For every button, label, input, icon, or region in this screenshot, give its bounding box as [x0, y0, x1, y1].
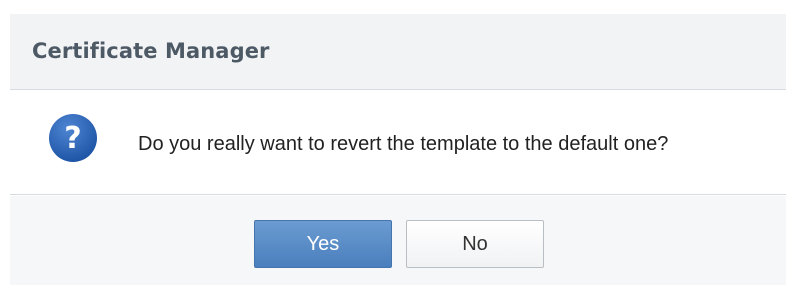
no-button[interactable]: No [406, 220, 544, 268]
dialog-button-row: Yes No [10, 196, 786, 285]
question-icon: ? [47, 112, 99, 164]
dialog-title: Certificate Manager [32, 39, 270, 63]
question-icon-graphic: ? [49, 114, 97, 162]
svg-text:?: ? [64, 121, 81, 156]
confirm-dialog: Certificate Manager ? Do you really want… [0, 0, 786, 285]
dialog-message-row: ? Do you really want to revert the templ… [10, 91, 786, 195]
dialog-message: Do you really want to revert the templat… [138, 133, 669, 155]
yes-button[interactable]: Yes [254, 220, 392, 268]
dialog-title-bar: Certificate Manager [10, 14, 786, 90]
